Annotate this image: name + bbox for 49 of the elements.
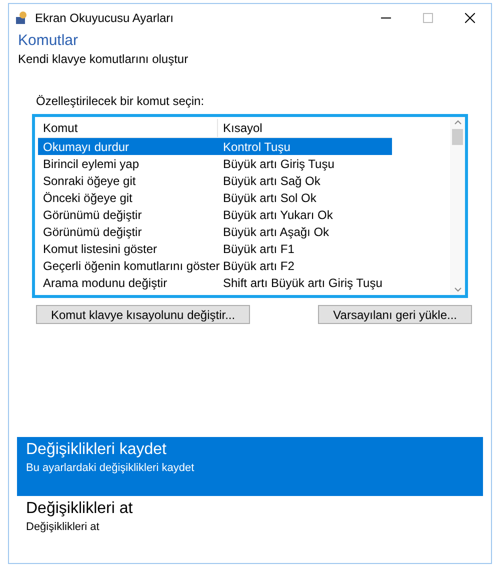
column-header[interactable]: Komut (38, 119, 218, 137)
command-list[interactable] (32, 114, 468, 298)
change-shortcut-button[interactable]: Komut klavye kısayolunu değiştir... (36, 305, 250, 324)
action-item[interactable]: Değişiklikleri kaydet Bu ayarlardaki değişiklikleri kaydet (17, 437, 483, 496)
table-cell-text: Kontrol Tuşu (222, 138, 290, 156)
table-cell-text: Önceki öğeye git (42, 190, 134, 206)
action-title: Değişiklikleri kaydet (26, 441, 166, 458)
table-cell-text: Büyük artı Sağ Ok (222, 172, 320, 190)
action-description: Değişiklikleri at (26, 521, 100, 533)
list-row[interactable]: Geçerli öğenin komutlarını göster Büyük artı F2 (38, 257, 392, 274)
table-cell-text: Büyük artı Sol Ok (222, 190, 316, 206)
list-row[interactable]: Önceki öğeye git Büyük artı Sol Ok (38, 189, 392, 206)
close-icon[interactable] (465, 13, 475, 23)
action-title: Değişiklikleri at (26, 500, 133, 517)
list-row[interactable]: Okumayı durdur Kontrol Tuşu (38, 138, 392, 155)
table-cell-text: Shift artı Büyük artı Giriş Tuşu (222, 274, 382, 292)
scroll-thumb[interactable] (452, 129, 463, 145)
table-cell-text: Büyük artı Aşağı Ok (222, 224, 330, 240)
page-subtitle: Kendi klavye komutlarını oluştur (18, 51, 190, 68)
list-row[interactable]: Komut listesini göster Büyük artı F1 (38, 240, 392, 257)
scrollbar[interactable] (450, 117, 465, 295)
action-item[interactable]: Değişiklikleri at Değişiklikleri at (17, 496, 483, 554)
window-title: Ekran Okuyucusu Ayarları (35, 10, 174, 27)
maximize-icon[interactable] (423, 13, 433, 23)
list-label: Özelleştirilecek bir komut seçin: (36, 94, 204, 108)
scroll-down-icon[interactable] (454, 287, 462, 293)
scroll-up-icon[interactable] (454, 119, 462, 125)
list-row[interactable]: Görünümü değiştir Büyük artı Yukarı Ok (38, 206, 392, 223)
app-icon (15, 11, 29, 25)
page-title: Komutlar (18, 32, 80, 50)
table-cell-text: Sonraki öğeye git (42, 172, 137, 190)
list-row[interactable]: Sonraki öğeye git Büyük artı Sağ Ok (38, 172, 392, 189)
table-cell-text: Büyük artı Giriş Tuşu (222, 156, 334, 172)
table-cell-text: Birincil eylemi yap (42, 156, 140, 172)
list-row[interactable]: Arama modunu değiştir Shift artı Büyük artı Giriş Tuşu (38, 274, 392, 291)
table-cell-text: Büyük artı F2 (222, 258, 294, 274)
column-header[interactable]: Kısayol (218, 119, 392, 137)
table-cell-text: Büyük artı F1 (222, 240, 294, 258)
table-cell-text: Görünümü değiştir (42, 206, 143, 224)
table-cell-text: Geçerli öğenin komutlarını göster (42, 258, 218, 274)
table-cell-text: Okumayı durdur (42, 138, 130, 156)
list-row[interactable]: Birincil eylemi yap Büyük artı Giriş Tuşu (38, 155, 392, 172)
restore-defaults-button[interactable]: Varsayılanı geri yükle... (318, 305, 472, 324)
table-cell-text: Büyük artı Yukarı Ok (222, 206, 333, 224)
action-description: Bu ayarlardaki değişiklikleri kaydet (26, 462, 194, 474)
table-cell-text: Komut listesini göster (42, 240, 158, 258)
list-row[interactable]: Görünümü değiştir Büyük artı Aşağı Ok (38, 223, 392, 240)
table-cell-text: Arama modunu değiştir (42, 274, 168, 292)
table-cell-text: Görünümü değiştir (42, 224, 143, 240)
